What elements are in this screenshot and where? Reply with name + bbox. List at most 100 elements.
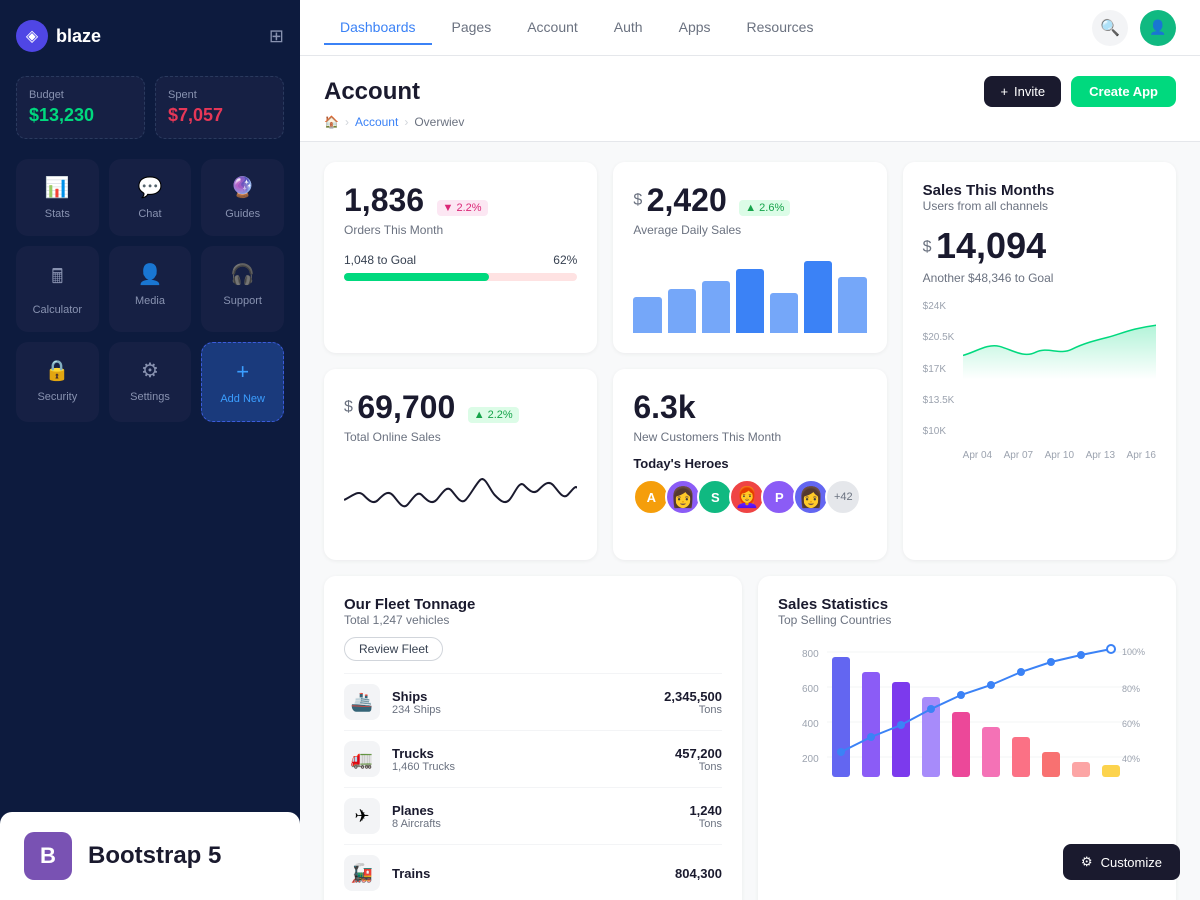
budget-card: Budget $13,230 bbox=[16, 76, 145, 139]
media-label: Media bbox=[135, 295, 165, 307]
orders-value-row: 1,836 ▼ 2.2% bbox=[344, 182, 577, 219]
bar-6 bbox=[804, 261, 832, 333]
daily-sales-row: $ 2,420 ▲ 2.6% bbox=[633, 182, 866, 219]
tab-account[interactable]: Account bbox=[511, 11, 594, 45]
svg-text:80%: 80% bbox=[1122, 684, 1140, 694]
sidebar-item-chat[interactable]: 💬 Chat bbox=[109, 159, 192, 236]
sidebar-header: ◈ blaze ⊞ bbox=[16, 20, 284, 52]
line-chart-area: $24K $20.5K $17K $13.5K $10K bbox=[923, 301, 1156, 461]
sales-month-card: Sales This Months Users from all channel… bbox=[903, 162, 1176, 560]
sidebar-item-media[interactable]: 👤 Media bbox=[109, 246, 192, 332]
sidebar-item-calculator[interactable]: 🖩 Calculator bbox=[16, 246, 99, 332]
customize-button[interactable]: ⚙ Customize bbox=[1063, 844, 1180, 880]
new-customers-card: 6.3k New Customers This Month Today's He… bbox=[613, 369, 886, 560]
sales-stats-sub: Top Selling Countries bbox=[778, 613, 1156, 627]
heroes-avatars: A 👩 S 👩‍🦰 P 👩 +42 bbox=[633, 479, 866, 515]
page-actions: + Invite Create App bbox=[984, 76, 1176, 107]
bar-4 bbox=[736, 269, 764, 333]
ships-count: 234 Ships bbox=[392, 704, 652, 716]
create-app-button[interactable]: Create App bbox=[1071, 76, 1176, 107]
tab-auth[interactable]: Auth bbox=[598, 11, 659, 45]
search-button[interactable]: 🔍 bbox=[1092, 10, 1128, 46]
total-online-badge: ▲ 2.2% bbox=[468, 407, 519, 423]
tab-dashboards[interactable]: Dashboards bbox=[324, 11, 432, 45]
support-icon: 🎧 bbox=[230, 262, 255, 287]
spent-card: Spent $7,057 bbox=[155, 76, 284, 139]
sidebar-item-security[interactable]: 🔒 Security bbox=[16, 342, 99, 422]
hero-count: +42 bbox=[825, 479, 861, 515]
sidebar-item-add-new[interactable]: + Add New bbox=[201, 342, 284, 422]
bootstrap-text: Bootstrap 5 bbox=[88, 842, 221, 870]
topnav: Dashboards Pages Account Auth Apps Resou… bbox=[300, 0, 1200, 56]
sales-dollar: $ bbox=[923, 239, 932, 256]
plus-icon: + bbox=[1000, 84, 1008, 99]
svg-text:40%: 40% bbox=[1122, 754, 1140, 764]
invite-button[interactable]: + Invite bbox=[984, 76, 1061, 107]
planes-count: 8 Aircrafts bbox=[392, 818, 677, 830]
customize-icon: ⚙ bbox=[1081, 854, 1093, 870]
bar-5 bbox=[770, 293, 798, 333]
svg-text:60%: 60% bbox=[1122, 719, 1140, 729]
stats-label: Stats bbox=[45, 208, 70, 220]
guides-label: Guides bbox=[225, 208, 260, 220]
wave-chart bbox=[344, 460, 577, 540]
sidebar-item-support[interactable]: 🎧 Support bbox=[201, 246, 284, 332]
bar-3 bbox=[702, 281, 730, 333]
total-dollar: $ bbox=[344, 399, 353, 416]
trains-name: Trains bbox=[392, 866, 663, 881]
ships-value: 2,345,500 bbox=[664, 689, 722, 704]
progress-bar-bg bbox=[344, 273, 577, 281]
tab-pages[interactable]: Pages bbox=[436, 11, 508, 45]
review-fleet-button[interactable]: Review Fleet bbox=[344, 637, 443, 661]
spent-value: $7,057 bbox=[168, 105, 271, 126]
sales-stats-chart: 800 600 400 200 bbox=[778, 637, 1156, 817]
add-new-label: Add New bbox=[220, 393, 265, 405]
security-icon: 🔒 bbox=[45, 358, 70, 383]
bootstrap-badge: B Bootstrap 5 bbox=[0, 812, 300, 900]
ships-icon: 🚢 bbox=[344, 684, 380, 720]
trucks-unit: Tons bbox=[675, 761, 722, 773]
trucks-name: Trucks bbox=[392, 746, 663, 761]
bar-chart bbox=[633, 253, 866, 333]
spent-label: Spent bbox=[168, 89, 271, 101]
sidebar-item-stats[interactable]: 📊 Stats bbox=[16, 159, 99, 236]
progress-bar-fill bbox=[344, 273, 489, 281]
logo-text: blaze bbox=[56, 26, 101, 47]
svg-text:800: 800 bbox=[802, 649, 819, 660]
hero-avatar-3: S bbox=[697, 479, 733, 515]
planes-unit: Tons bbox=[689, 818, 722, 830]
sidebar-item-guides[interactable]: 🔮 Guides bbox=[201, 159, 284, 236]
sales-main-value: 14,094 bbox=[936, 225, 1046, 266]
tab-apps[interactable]: Apps bbox=[663, 11, 727, 45]
new-customers-label: New Customers This Month bbox=[633, 430, 866, 444]
new-customers-value: 6.3k bbox=[633, 389, 866, 426]
support-label: Support bbox=[223, 295, 262, 307]
sidebar-menu-icon[interactable]: ⊞ bbox=[269, 26, 284, 47]
budget-value: $13,230 bbox=[29, 105, 132, 126]
page-title: Account bbox=[324, 78, 420, 106]
daily-sales-badge: ▲ 2.6% bbox=[739, 200, 790, 216]
orders-card: 1,836 ▼ 2.2% Orders This Month 1,048 to … bbox=[324, 162, 597, 353]
dollar-prefix: $ bbox=[633, 192, 642, 209]
ships-name: Ships bbox=[392, 689, 652, 704]
progress-text: 1,048 to Goal bbox=[344, 253, 416, 267]
svg-text:100%: 100% bbox=[1122, 647, 1145, 657]
settings-label: Settings bbox=[130, 391, 170, 403]
trucks-value: 457,200 bbox=[675, 746, 722, 761]
breadcrumb-home[interactable]: 🏠 bbox=[324, 115, 339, 129]
sales-stats-title: Sales Statistics bbox=[778, 596, 1156, 613]
total-online-value: 69,700 bbox=[357, 389, 455, 425]
trucks-count: 1,460 Trucks bbox=[392, 761, 663, 773]
bootstrap-logo: B bbox=[24, 832, 72, 880]
page-header: Account + Invite Create App 🏠 › Account … bbox=[300, 56, 1200, 142]
sales-month-title: Sales This Months bbox=[923, 182, 1156, 199]
sidebar-item-settings[interactable]: ⚙ Settings bbox=[109, 342, 192, 422]
tab-resources[interactable]: Resources bbox=[731, 11, 830, 45]
breadcrumb-account[interactable]: Account bbox=[355, 115, 398, 129]
fleet-card: Our Fleet Tonnage Total 1,247 vehicles R… bbox=[324, 576, 742, 900]
planes-icon: ✈ bbox=[344, 798, 380, 834]
total-online-label: Total Online Sales bbox=[344, 430, 577, 444]
user-avatar[interactable]: 👤 bbox=[1140, 10, 1176, 46]
topnav-links: Dashboards Pages Account Auth Apps Resou… bbox=[324, 11, 829, 45]
chat-label: Chat bbox=[138, 208, 161, 220]
